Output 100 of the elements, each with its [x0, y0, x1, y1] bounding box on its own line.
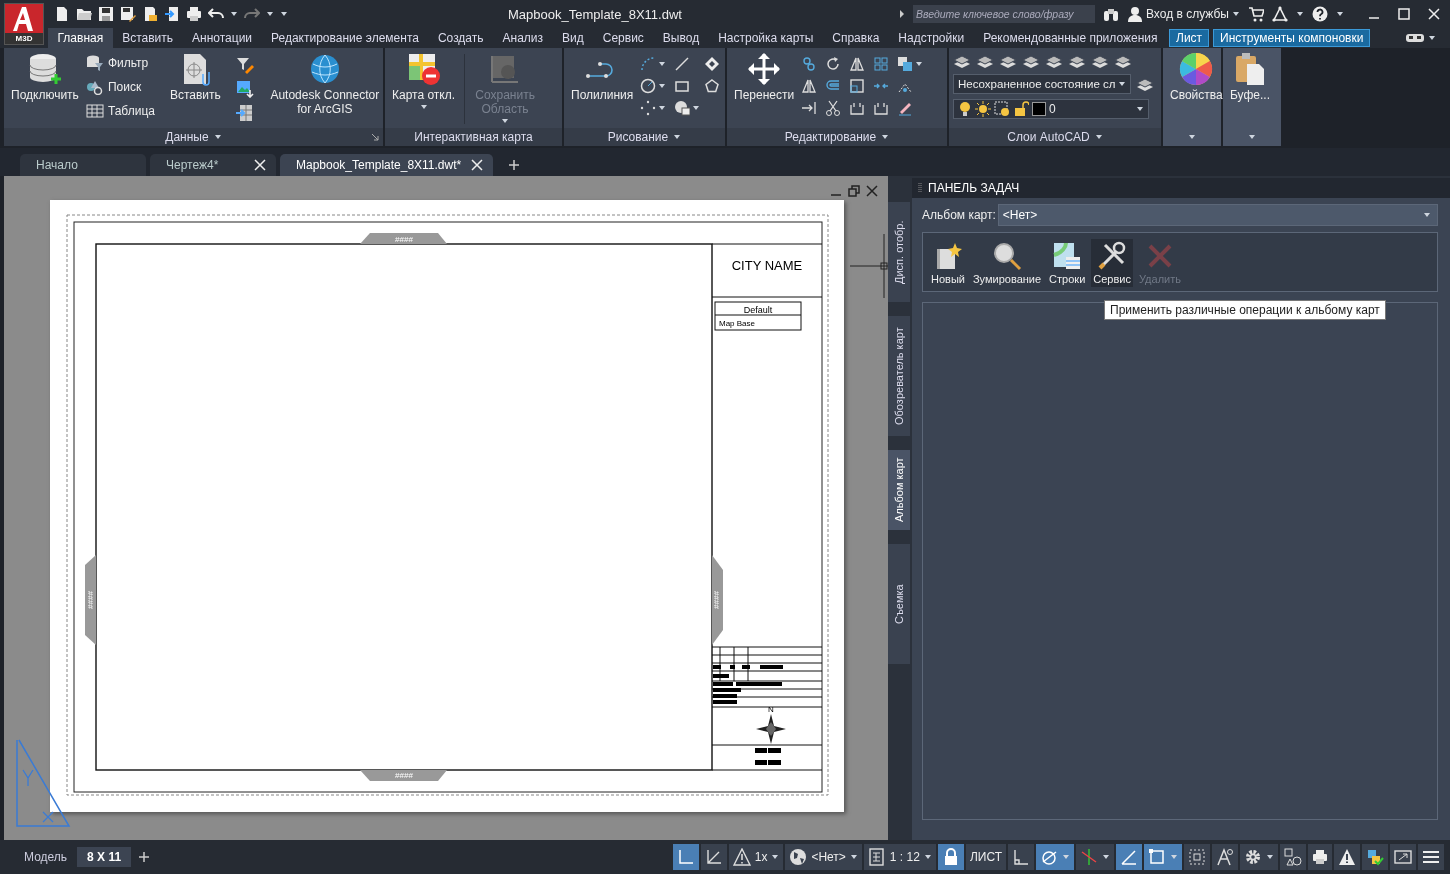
bracket-icon[interactable] [849, 100, 866, 116]
rotate-icon[interactable] [825, 56, 842, 72]
application-menu-button[interactable]: M3D [4, 3, 44, 45]
circle-icon[interactable] [640, 78, 657, 94]
maximize-icon[interactable] [1398, 8, 1410, 20]
ribbon-tab[interactable]: Настройка карты [708, 28, 823, 48]
ribbon-button[interactable]: Полилиния [568, 50, 637, 104]
status-toggle[interactable] [1390, 844, 1416, 870]
album-dropdown[interactable]: <Нет> [997, 204, 1438, 226]
copy-icon[interactable] [801, 56, 818, 72]
caret-icon[interactable] [1094, 134, 1103, 140]
ribbon-tab[interactable]: Главная [48, 28, 113, 48]
sign-in-button[interactable]: Вход в службы [1127, 6, 1240, 22]
cart-icon[interactable] [1248, 6, 1264, 22]
pentagon-icon[interactable] [704, 78, 721, 94]
toggle-icon[interactable] [1405, 32, 1425, 44]
ribbon-tab[interactable]: Вид [552, 28, 594, 48]
ribbon-tab[interactable]: Сервис [593, 28, 654, 48]
grip-icon[interactable] [918, 182, 922, 194]
layers-icon[interactable] [1114, 53, 1132, 69]
document-tab[interactable]: Начало [20, 154, 146, 176]
caret-icon[interactable] [692, 105, 701, 111]
new-tab-icon[interactable] [509, 160, 520, 170]
caret-icon[interactable] [1336, 11, 1344, 17]
restore-icon[interactable] [848, 185, 860, 197]
status-toggle[interactable] [1362, 844, 1388, 870]
layers-icon[interactable] [976, 53, 994, 69]
layer-state-dropdown[interactable]: Несохраненное состояние сл [953, 74, 1131, 94]
status-toggle[interactable] [1116, 844, 1142, 870]
side-tab[interactable]: Съемка [888, 544, 910, 664]
ribbon-button[interactable]: Фильтр [85, 53, 155, 73]
caret-icon[interactable] [673, 134, 682, 140]
status-toggle[interactable] [700, 844, 727, 870]
caret-icon[interactable] [881, 134, 890, 140]
layers-icon[interactable] [953, 53, 971, 69]
ribbon-tab[interactable]: Инструменты компоновки [1213, 29, 1371, 47]
status-button[interactable]: ЛИСТ [965, 844, 1006, 870]
layer-dropdown[interactable]: 0 [953, 99, 1149, 119]
help-icon[interactable] [1312, 6, 1328, 22]
status-toggle[interactable] [1308, 844, 1332, 870]
status-toggle[interactable] [1144, 844, 1182, 870]
binoculars-icon[interactable] [1103, 6, 1119, 22]
ribbon-tab[interactable]: Рекомендованные приложения [973, 28, 1168, 48]
status-dropdown[interactable]: 1 : 12 [863, 844, 936, 870]
status-toggle[interactable] [1008, 844, 1034, 870]
new-file-icon[interactable] [54, 6, 70, 22]
tool-button[interactable]: Строки [1047, 239, 1088, 287]
status-dropdown[interactable]: <Нет> [785, 844, 862, 870]
ribbon-button[interactable]: Поиск [85, 77, 155, 97]
status-dropdown[interactable]: 1x [728, 844, 784, 870]
layout-tab[interactable]: Модель [14, 847, 78, 867]
stack-icon[interactable] [897, 56, 914, 72]
scissors-icon[interactable] [825, 100, 842, 116]
extend-icon[interactable] [801, 100, 818, 116]
caret-icon[interactable] [213, 134, 222, 140]
import-icon[interactable] [164, 6, 180, 22]
ribbon-tab[interactable]: Создать [428, 28, 494, 48]
search-field[interactable]: Введите ключевое слово/фразу [913, 5, 1095, 23]
expand-arrow-icon[interactable] [899, 9, 905, 19]
status-toggle[interactable] [1334, 844, 1360, 870]
document-tab[interactable]: Mapbook_Template_8X11.dwt* [280, 154, 494, 176]
layers-icon[interactable] [999, 53, 1017, 69]
layers-icon[interactable] [1068, 53, 1086, 69]
caret-icon[interactable] [915, 61, 924, 67]
bracket-icon[interactable] [873, 100, 890, 116]
ribbon-button[interactable]: Вставить [166, 50, 224, 104]
ribbon-button[interactable]: Подключить [8, 50, 82, 104]
ribbon-tab[interactable]: Справка [822, 28, 889, 48]
grid-icon[interactable] [873, 56, 890, 72]
network-triangle-icon[interactable] [1272, 6, 1288, 22]
launcher-icon[interactable] [371, 133, 379, 141]
ribbon-tab[interactable]: Редактирование элемента [261, 28, 429, 48]
funnel-pen-icon[interactable] [235, 56, 254, 74]
mirror-icon[interactable] [801, 78, 818, 94]
status-toggle[interactable] [1184, 844, 1210, 870]
status-toggle[interactable] [1076, 844, 1114, 870]
status-toggle[interactable] [937, 844, 964, 870]
open-folder-icon[interactable] [76, 6, 92, 22]
caret-icon[interactable] [230, 11, 238, 17]
printer-icon[interactable] [186, 6, 202, 22]
ribbon-button[interactable]: Свойства [1167, 50, 1226, 130]
status-toggle[interactable] [1280, 844, 1306, 870]
hatch-icon[interactable] [674, 100, 691, 116]
caret-icon[interactable] [1248, 134, 1256, 140]
line-icon[interactable] [674, 56, 691, 72]
save-as-icon[interactable] [120, 6, 136, 22]
diamond-icon[interactable] [704, 56, 721, 72]
tool-button[interactable]: Зумирование [970, 239, 1044, 287]
grid-import-icon[interactable] [235, 104, 254, 122]
eraser-icon[interactable] [897, 100, 914, 116]
side-tab[interactable]: Альбом карт [888, 450, 910, 530]
ribbon-tab[interactable]: Аннотации [182, 28, 262, 48]
status-toggle[interactable] [672, 844, 699, 870]
scale-icon[interactable] [849, 78, 866, 94]
tool-button[interactable]: Новый [929, 239, 967, 287]
ribbon-button[interactable]: Перенести [731, 50, 798, 104]
status-toggle[interactable] [1418, 844, 1444, 870]
tool-button[interactable]: Сервис [1091, 239, 1133, 287]
caret-icon[interactable] [1428, 35, 1436, 41]
ribbon-tab[interactable]: Вывод [653, 28, 709, 48]
